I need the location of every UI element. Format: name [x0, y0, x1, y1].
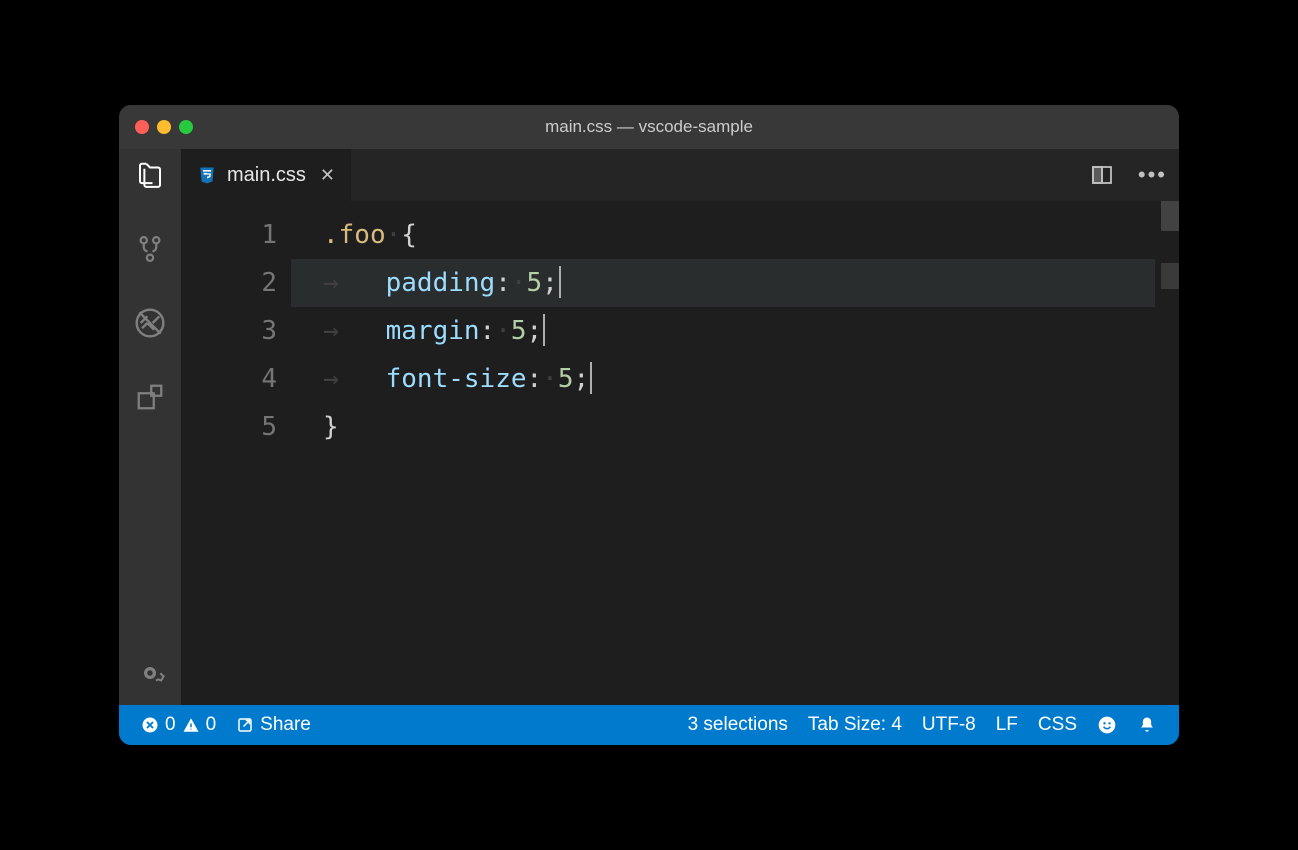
- status-feedback-icon[interactable]: [1087, 715, 1127, 735]
- line-number: 3: [181, 307, 291, 355]
- activity-bar: [119, 149, 181, 705]
- error-count: 0: [165, 714, 176, 736]
- code-line[interactable]: → font-size:·5;: [291, 355, 1155, 403]
- close-window-button[interactable]: [135, 120, 149, 134]
- split-editor-icon[interactable]: [1078, 163, 1126, 187]
- code-line[interactable]: → margin:·5;: [291, 307, 1155, 355]
- code-line[interactable]: .foo·{: [291, 211, 1155, 259]
- css-file-icon: [197, 165, 217, 185]
- line-number: 1: [181, 211, 291, 259]
- status-share[interactable]: Share: [226, 714, 321, 736]
- cursor: [590, 362, 592, 394]
- cursor: [559, 266, 561, 298]
- code-line[interactable]: → padding:·5;: [291, 259, 1155, 307]
- cursor: [543, 314, 545, 346]
- line-number-gutter: 1 2 3 4 5: [181, 201, 291, 705]
- status-encoding[interactable]: UTF-8: [912, 714, 986, 736]
- line-number: 4: [181, 355, 291, 403]
- status-eol[interactable]: LF: [986, 714, 1028, 736]
- tab-label: main.css: [227, 164, 306, 187]
- minimize-window-button[interactable]: [157, 120, 171, 134]
- explorer-icon[interactable]: [134, 159, 166, 191]
- status-problems[interactable]: 0 0: [131, 714, 226, 736]
- minimap-viewport[interactable]: [1161, 201, 1179, 231]
- more-actions-icon[interactable]: •••: [1126, 162, 1179, 188]
- status-language[interactable]: CSS: [1028, 714, 1087, 736]
- maximize-window-button[interactable]: [179, 120, 193, 134]
- minimap[interactable]: [1155, 201, 1179, 705]
- editor-area: main.css ✕ ••• 1 2 3 4 5 .foo·{: [181, 149, 1179, 705]
- line-number: 2: [181, 259, 291, 307]
- debug-icon[interactable]: [134, 307, 166, 339]
- status-bar: 0 0 Share 3 selections Tab Size: 4 UTF-8…: [119, 705, 1179, 745]
- status-selections[interactable]: 3 selections: [678, 714, 798, 736]
- code-editor[interactable]: 1 2 3 4 5 .foo·{ → padding:·5; → margin:…: [181, 201, 1179, 705]
- extensions-icon[interactable]: [134, 381, 166, 413]
- line-number: 5: [181, 403, 291, 451]
- close-tab-icon[interactable]: ✕: [320, 165, 335, 186]
- tab-bar: main.css ✕ •••: [181, 149, 1179, 201]
- window-controls: [135, 120, 193, 134]
- code-content[interactable]: .foo·{ → padding:·5; → margin:·5; → font…: [291, 201, 1155, 705]
- workbench: main.css ✕ ••• 1 2 3 4 5 .foo·{: [119, 149, 1179, 705]
- warning-count: 0: [206, 714, 217, 736]
- source-control-icon[interactable]: [134, 233, 166, 265]
- tab-main-css[interactable]: main.css ✕: [181, 149, 351, 201]
- status-tab-size[interactable]: Tab Size: 4: [798, 714, 912, 736]
- window-title: main.css — vscode-sample: [545, 117, 753, 137]
- vscode-window: main.css — vscode-sample: [119, 105, 1179, 745]
- minimap-highlight: [1161, 263, 1179, 289]
- status-bell-icon[interactable]: [1127, 715, 1167, 735]
- settings-gear-icon[interactable]: [134, 657, 166, 689]
- share-label: Share: [260, 714, 311, 736]
- titlebar: main.css — vscode-sample: [119, 105, 1179, 149]
- code-line[interactable]: }: [291, 403, 1155, 451]
